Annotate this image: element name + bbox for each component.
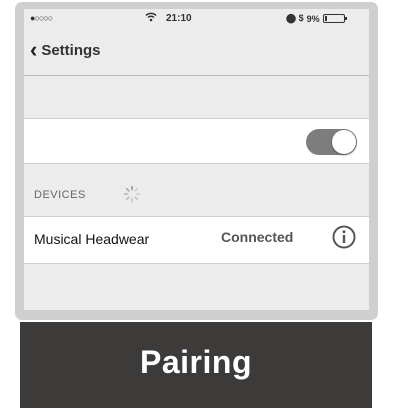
- pairing-title: Pairing: [140, 344, 252, 380]
- info-icon[interactable]: [332, 225, 356, 249]
- device-status: Connected: [221, 229, 294, 245]
- status-right: ⬤ $ 9%: [286, 13, 347, 24]
- battery-percent: 9%: [306, 13, 320, 24]
- battery-fill: [324, 16, 327, 21]
- back-button[interactable]: ‹ Settings: [30, 39, 101, 61]
- status-indicators: ⬤ $: [286, 13, 304, 23]
- devices-header-label: DEVICES: [34, 189, 86, 201]
- status-time: 21:10: [166, 13, 192, 24]
- toggle-knob: [332, 130, 356, 154]
- device-name: Musical Headwear: [34, 231, 150, 247]
- status-bar: ●○○○○ 21:10 ⬤ $ 9%: [24, 9, 369, 29]
- devices-section-header: DEVICES: [24, 165, 369, 215]
- bluetooth-toggle[interactable]: [306, 129, 357, 155]
- nav-bar: ‹ Settings: [24, 29, 369, 76]
- bluetooth-row: [24, 118, 369, 164]
- wifi-icon: [145, 12, 157, 25]
- back-label: Settings: [41, 41, 101, 59]
- phone-screen: ●○○○○ 21:10 ⬤ $ 9% ‹ Settings DEVICES Mu…: [24, 9, 369, 310]
- loading-spinner-icon: [123, 185, 141, 203]
- chevron-left-icon: ‹: [30, 37, 38, 62]
- device-row[interactable]: Musical Headwear Connected: [24, 216, 369, 264]
- battery-icon: [322, 14, 347, 23]
- pairing-banner: Pairing: [20, 322, 372, 408]
- signal-strength: ●○○○○: [30, 13, 53, 23]
